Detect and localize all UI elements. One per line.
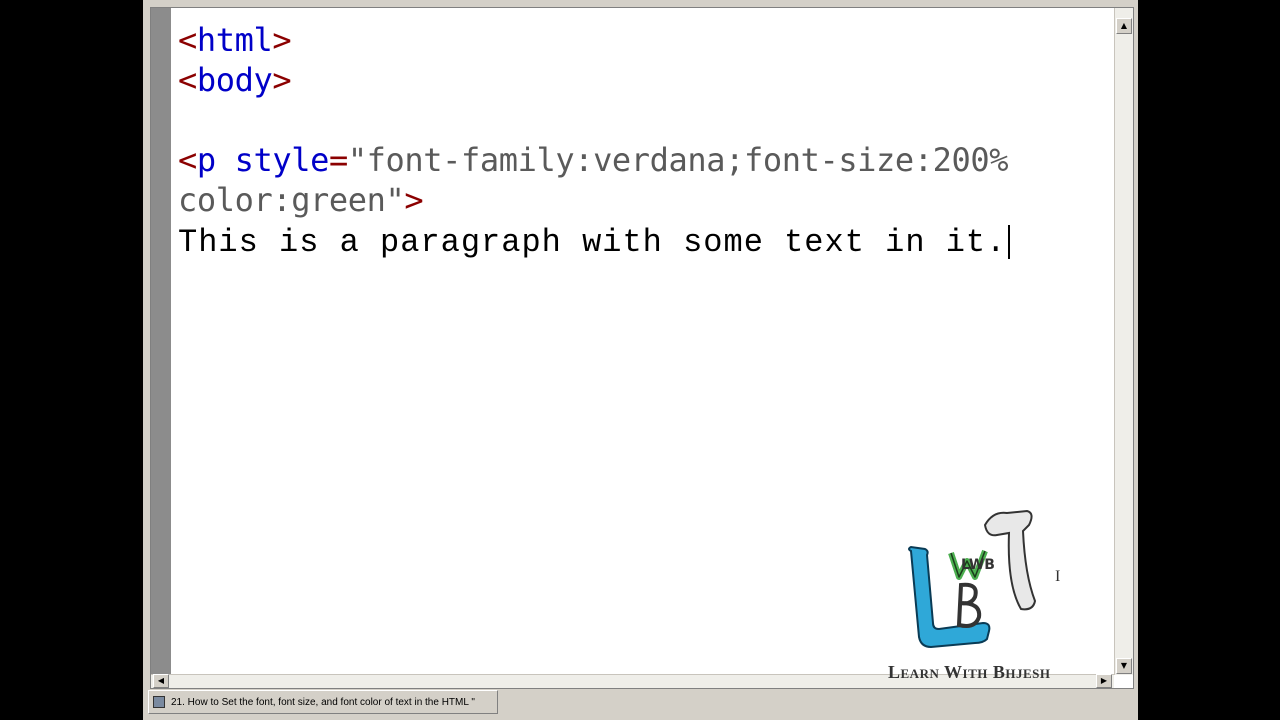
code-token: > (404, 181, 424, 219)
code-token: p style (196, 141, 329, 179)
text-caret (1008, 225, 1011, 259)
taskbar: 21. How to Set the font, font size, and … (143, 690, 1138, 720)
code-token: < (178, 141, 197, 179)
code-token: "font-family:verdana;font-size:200% (347, 141, 1009, 179)
code-token: = (328, 141, 348, 179)
application-window: <html> <body> <p style="font-family:verdan… (143, 0, 1138, 720)
logo-letters: LWB (961, 557, 995, 573)
lwb-logo-graphic: LWB (908, 509, 1037, 649)
brand-name: Learn With Bhjesh (888, 662, 1051, 682)
scroll-left-button[interactable]: ◀ (153, 674, 169, 688)
code-token: > (272, 61, 292, 99)
scroll-right-button[interactable]: ▶ (1096, 674, 1112, 688)
scroll-down-button[interactable]: ▼ (1116, 658, 1132, 674)
code-line[interactable]: <body> (178, 60, 292, 100)
taskbar-window-button[interactable]: 21. How to Set the font, font size, and … (148, 690, 498, 714)
editor-gutter (151, 8, 171, 675)
code-line[interactable]: This is a paragraph with some text in it… (178, 220, 1011, 261)
code-token: < (178, 61, 197, 99)
taskbar-window-label: 21. How to Set the font, font size, and … (171, 696, 475, 708)
code-token: html (196, 21, 273, 59)
scroll-up-button[interactable]: ▲ (1116, 18, 1132, 34)
window-app-icon (153, 696, 165, 708)
code-token: This is a paragraph with some text in it… (178, 224, 1007, 261)
code-token: body (196, 61, 273, 99)
code-token: < (178, 21, 197, 59)
code-token: color:green" (178, 181, 405, 219)
code-line[interactable]: color:green"> (178, 180, 424, 220)
code-token: > (272, 21, 292, 59)
lwb-logo: LWB (903, 505, 1043, 650)
code-line[interactable]: <html> (178, 20, 292, 60)
mouse-ibeam-cursor-icon: I (1055, 568, 1061, 585)
code-line[interactable]: <p style="font-family:verdana;font-size:… (178, 140, 1009, 180)
vertical-scrollbar[interactable]: ▲ ▼ (1114, 8, 1133, 675)
